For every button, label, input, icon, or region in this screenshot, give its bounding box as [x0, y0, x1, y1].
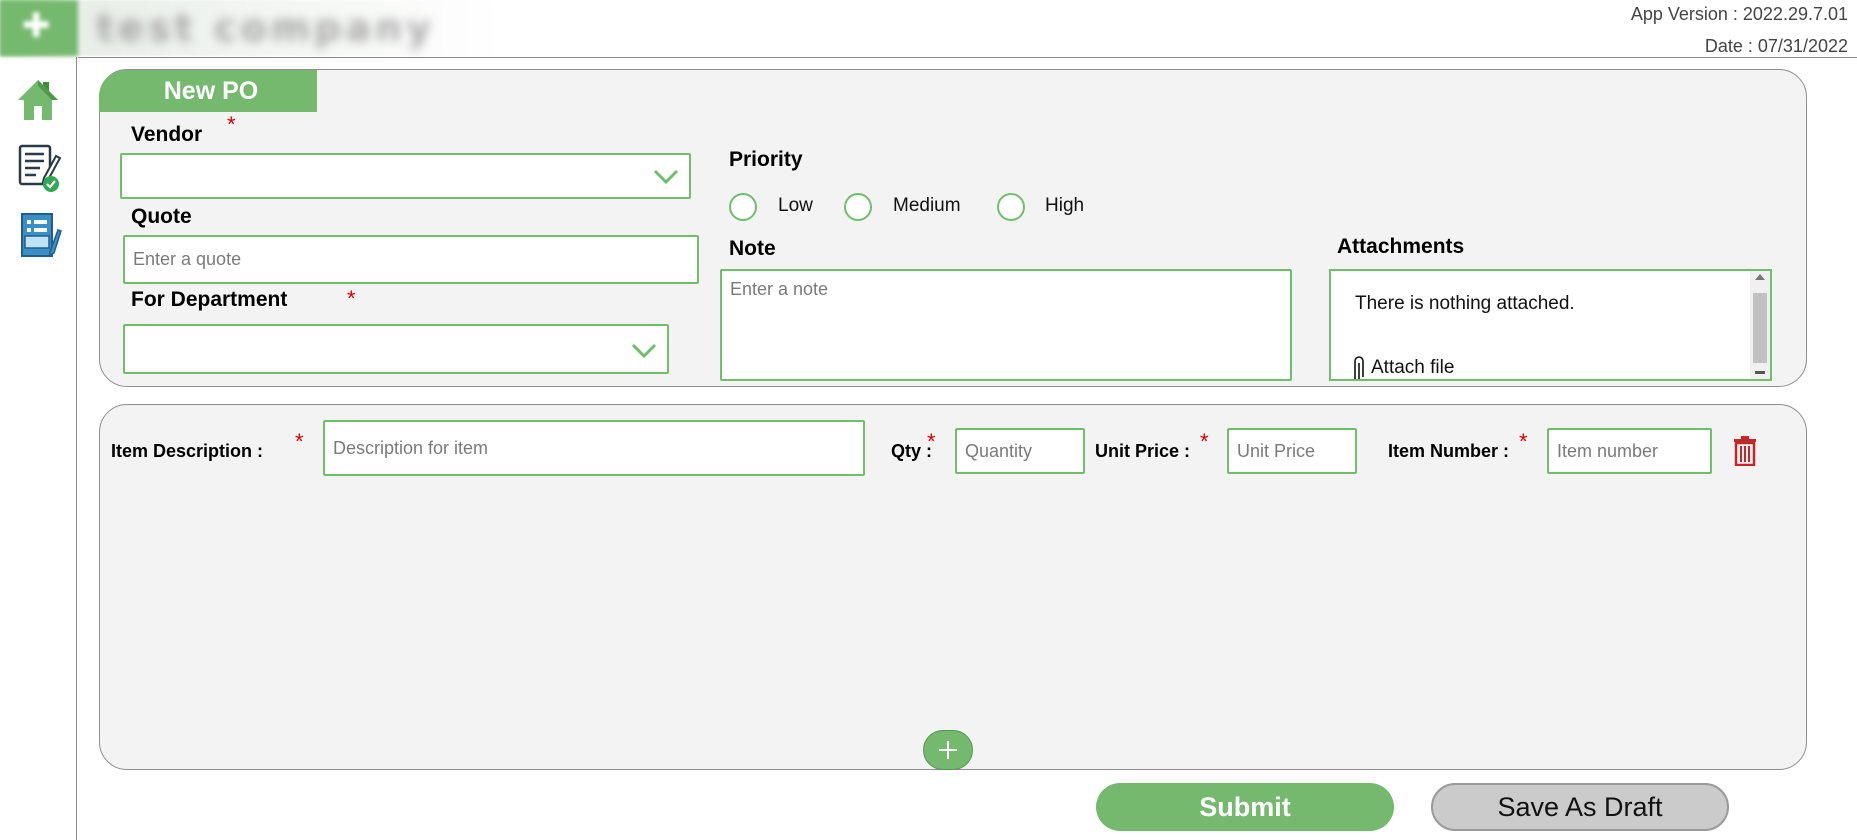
unit-price-label: Unit Price :: [1095, 441, 1191, 461]
attachments-scrollbar[interactable]: [1750, 271, 1770, 379]
item-description-input[interactable]: [323, 420, 865, 476]
sidebar-divider: [76, 57, 77, 840]
form-edit-icon[interactable]: [14, 212, 62, 260]
note-label: Note: [729, 237, 776, 260]
department-dropdown[interactable]: [123, 324, 669, 374]
chevron-down-icon: [653, 169, 679, 185]
header-divider: [78, 57, 1857, 58]
scroll-thumb[interactable]: [1753, 293, 1767, 363]
priority-medium-radio[interactable]: [844, 193, 872, 221]
item-number-label: Item Number :: [1388, 441, 1510, 461]
app-version: App Version : 2022.29.7.01: [1630, 4, 1848, 24]
delete-item-button[interactable]: [1733, 436, 1757, 467]
department-required-mark: *: [347, 286, 356, 311]
attachments-label: Attachments: [1337, 235, 1465, 258]
department-label: For Department: [131, 288, 288, 311]
note-textarea[interactable]: [720, 269, 1292, 381]
attach-file-link[interactable]: Attach file: [1371, 357, 1454, 379]
scroll-up-arrow-icon[interactable]: [1755, 274, 1765, 280]
priority-label: Priority: [729, 148, 803, 171]
priority-low-label: Low: [778, 195, 813, 216]
vendor-dropdown[interactable]: [120, 153, 691, 199]
logo-cross-icon: ✚: [22, 6, 51, 46]
company-name: test company: [96, 6, 435, 50]
qty-label: Qty :: [891, 441, 933, 461]
current-date: Date : 07/31/2022: [1704, 36, 1848, 56]
trash-icon: [1734, 436, 1756, 467]
plus-icon: [939, 741, 957, 759]
quantity-input[interactable]: [955, 428, 1085, 474]
submit-button[interactable]: Submit: [1096, 783, 1394, 831]
item-description-required-mark: *: [295, 429, 304, 454]
document-approved-icon[interactable]: [14, 142, 62, 192]
attachments-empty-text: There is nothing attached.: [1355, 293, 1575, 314]
quote-label: Quote: [131, 205, 192, 228]
add-item-button[interactable]: [923, 730, 973, 770]
priority-high-radio[interactable]: [997, 193, 1025, 221]
priority-high-label: High: [1045, 195, 1085, 216]
new-po-tab: New PO: [99, 70, 317, 112]
priority-low-radio[interactable]: [729, 193, 757, 221]
chevron-down-icon: [631, 343, 657, 359]
scroll-down-arrow-icon[interactable]: [1755, 371, 1765, 374]
priority-medium-label: Medium: [893, 195, 961, 216]
unit-price-input[interactable]: [1227, 428, 1357, 474]
qty-required-mark: *: [927, 429, 936, 454]
vendor-required-mark: *: [227, 112, 236, 137]
item-number-input[interactable]: [1547, 428, 1712, 474]
item-number-required-mark: *: [1519, 429, 1528, 454]
item-description-label: Item Description :: [111, 441, 264, 461]
attachments-box: There is nothing attached. Attach file: [1329, 269, 1772, 381]
paperclip-icon: [1354, 356, 1364, 379]
save-draft-button[interactable]: Save As Draft: [1431, 783, 1729, 831]
vendor-label: Vendor: [131, 123, 203, 146]
home-icon[interactable]: [14, 76, 62, 124]
quote-input[interactable]: [123, 235, 699, 284]
unit-price-required-mark: *: [1200, 429, 1209, 454]
